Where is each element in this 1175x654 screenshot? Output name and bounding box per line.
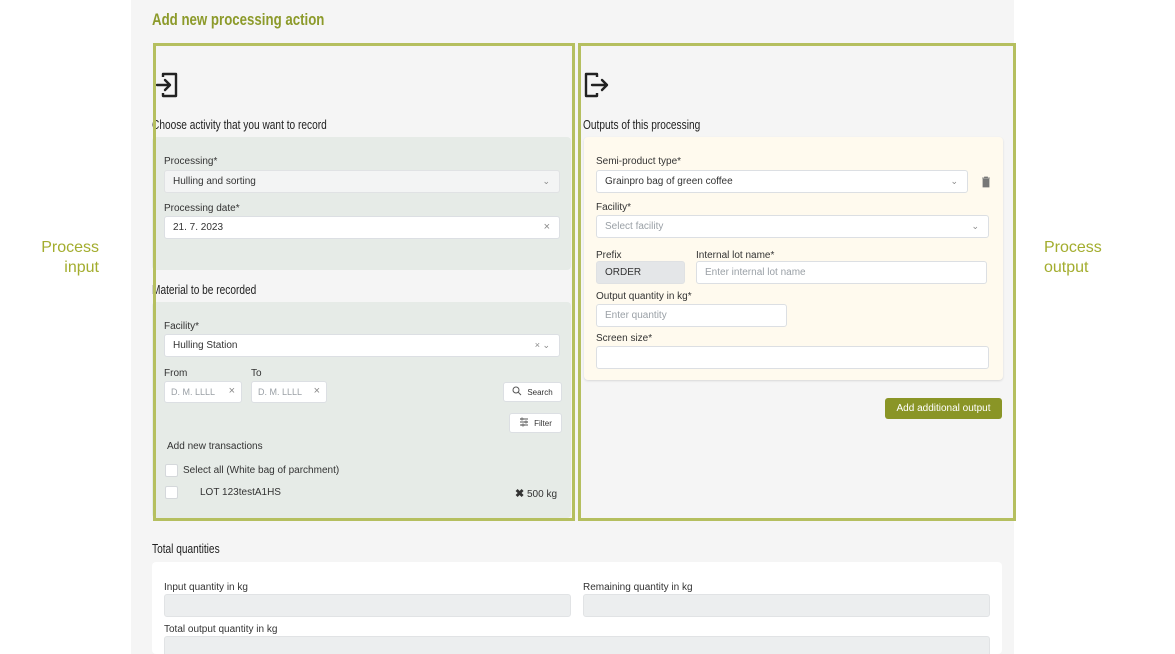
input-quantity-label: Input quantity in kg bbox=[164, 582, 248, 593]
page-title: Add new processing action bbox=[152, 10, 325, 29]
total-output-quantity-field bbox=[164, 636, 990, 654]
annotation-process-output: Process output bbox=[1044, 239, 1102, 276]
total-output-quantity-label: Total output quantity in kg bbox=[164, 624, 278, 635]
remaining-quantity-field bbox=[583, 594, 990, 617]
process-input-highlight bbox=[153, 43, 575, 521]
remaining-quantity-label: Remaining quantity in kg bbox=[583, 582, 693, 593]
annotation-process-input: Process input bbox=[41, 239, 99, 276]
totals-title: Total quantities bbox=[152, 541, 220, 556]
input-quantity-field bbox=[164, 594, 571, 617]
process-output-highlight bbox=[578, 43, 1016, 521]
